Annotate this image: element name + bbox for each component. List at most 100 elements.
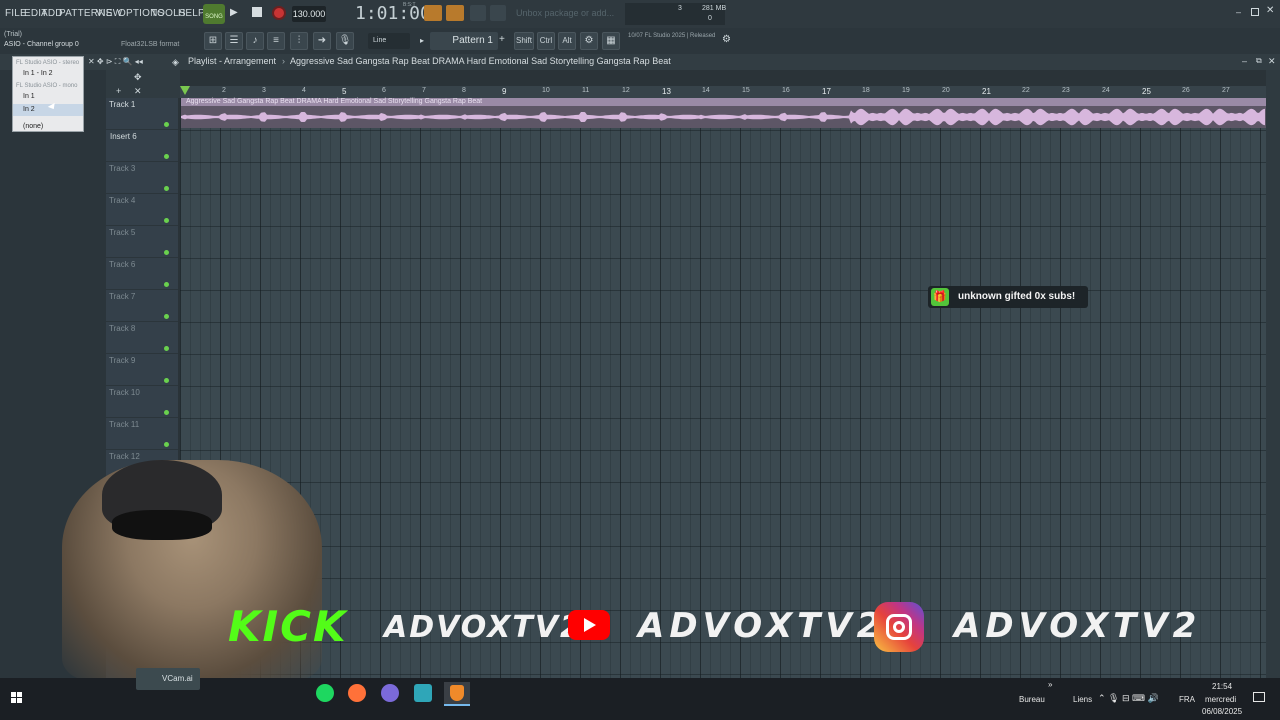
piano-roll-icon[interactable]: ♪ xyxy=(246,32,264,50)
track-header[interactable]: Track 11 xyxy=(106,418,178,450)
add-pattern-icon[interactable]: + xyxy=(499,34,505,45)
song-mode-toggle[interactable]: SONG xyxy=(203,4,225,24)
windows-start-icon[interactable] xyxy=(11,692,23,704)
channel-rack-icon[interactable]: ≡ xyxy=(267,32,285,50)
microphone-icon[interactable]: 🎙 xyxy=(336,32,354,50)
add-track-icon[interactable]: + xyxy=(116,86,121,96)
online-icon[interactable]: ⚙ xyxy=(722,34,731,45)
ruler-bar-number: 25 xyxy=(1142,87,1151,96)
playlist-minimize-icon[interactable]: – xyxy=(1242,56,1247,66)
track-mute-led[interactable] xyxy=(164,282,169,287)
vcam-label: VCam.ai xyxy=(162,674,193,683)
ruler-bar-number: 12 xyxy=(622,87,630,94)
track-header[interactable]: Track 5 xyxy=(106,226,178,258)
pattern-prev-icon[interactable]: ▸ xyxy=(420,33,428,49)
track-mute-led[interactable] xyxy=(164,442,169,447)
move-tool-icon[interactable]: ✥ xyxy=(134,72,142,83)
shift-key-button[interactable]: Shift xyxy=(514,32,534,50)
track-header[interactable]: Track 9 xyxy=(106,354,178,386)
ruler-bar-number: 15 xyxy=(742,87,750,94)
spotify-icon[interactable] xyxy=(316,684,334,702)
notification-center-icon[interactable] xyxy=(1253,692,1265,702)
wait-input-button[interactable] xyxy=(470,5,486,21)
ruler-bar-number: 24 xyxy=(1102,87,1110,94)
firefox-icon[interactable] xyxy=(348,684,366,702)
playlist-restore-icon[interactable]: ⧉ xyxy=(1256,56,1262,66)
settings-cog-icon[interactable]: ⚙ xyxy=(580,32,598,50)
kick-logo: KICK xyxy=(228,602,348,651)
track-header[interactable]: Track 1 xyxy=(106,98,178,130)
track-mute-led[interactable] xyxy=(164,186,169,191)
track-header[interactable]: Track 6 xyxy=(106,258,178,290)
playlist-tool-icons[interactable]: ✕ ✥ ⊳ ⛶ 🔍 ◂◂ xyxy=(88,57,143,67)
ruler-bar-number: 3 xyxy=(262,87,266,94)
language-indicator[interactable]: FRA xyxy=(1179,695,1195,704)
track-header[interactable]: Track 7 xyxy=(106,290,178,322)
mixer-icon[interactable]: ⫶ xyxy=(290,32,308,50)
ruler-bar-number: 9 xyxy=(502,87,507,96)
playhead-marker[interactable] xyxy=(180,86,190,95)
dropdown-item-in1-in2[interactable]: In 1 - In 2 xyxy=(13,68,83,80)
track-header[interactable]: Insert 6 xyxy=(106,130,178,162)
track-mute-led[interactable] xyxy=(164,410,169,415)
maximize-icon[interactable] xyxy=(1251,8,1259,16)
youtube-username: ADVOXTV2 xyxy=(638,606,886,646)
track-name: Insert 6 xyxy=(110,132,137,141)
loop-record-button[interactable] xyxy=(490,5,506,21)
desktop-toolbar[interactable]: Bureau xyxy=(1019,695,1045,704)
minimize-icon[interactable]: – xyxy=(1236,8,1246,18)
fl-studio-taskbar-icon[interactable] xyxy=(444,682,470,706)
clock-day[interactable]: mercredi xyxy=(1205,695,1236,704)
piano-icon[interactable]: ▦ xyxy=(602,32,620,50)
ruler-bar-number: 14 xyxy=(702,87,710,94)
track-mute-led[interactable] xyxy=(164,122,169,127)
track-header[interactable]: Track 3 xyxy=(106,162,178,194)
alt-key-button[interactable]: Alt xyxy=(558,32,576,50)
track-mute-led[interactable] xyxy=(164,218,169,223)
play-button[interactable]: ▶ xyxy=(230,7,242,19)
tool-arrow-icon[interactable]: ⊞ xyxy=(204,32,222,50)
ruler-bar-number: 13 xyxy=(662,87,671,96)
time-format-label: B:S:T xyxy=(403,2,416,8)
clock-date[interactable]: 06/08/2025 xyxy=(1202,707,1242,716)
timeline-ruler[interactable]: 2 3 4 5 6 7 8 9 10 11 12 13 14 15 16 17 18 19 20 21 22 23 24 25… xyxy=(180,86,1270,98)
track-header[interactable]: Track 8 xyxy=(106,322,178,354)
track-mute-led[interactable] xyxy=(164,378,169,383)
tray-icons[interactable]: ⌃ 🎙 ⊟ ⌨ 🔊 xyxy=(1098,693,1159,704)
links-toolbar[interactable]: Liens xyxy=(1073,695,1092,704)
clip-waveform xyxy=(181,108,1265,126)
playlist-grid[interactable] xyxy=(180,98,1266,678)
playlist-menu-icon[interactable]: ◈ xyxy=(172,57,179,68)
close-icon[interactable]: ✕ xyxy=(1266,5,1274,16)
playlist-close-icon[interactable]: ✕ xyxy=(1268,56,1276,67)
tempo-display[interactable]: 130.000 xyxy=(292,6,326,22)
toolbar-expand-icon[interactable]: » xyxy=(1048,680,1052,689)
clock-time[interactable]: 21:54 xyxy=(1212,682,1232,691)
stop-button[interactable] xyxy=(252,7,262,17)
dropdown-item-none[interactable]: (none) xyxy=(13,121,83,133)
polyphony-value: 0 xyxy=(708,15,712,22)
metronome-button[interactable] xyxy=(424,5,442,21)
track-mute-led[interactable] xyxy=(164,250,169,255)
vertical-scrollbar[interactable] xyxy=(1266,70,1280,678)
track-mute-led[interactable] xyxy=(164,154,169,159)
ctrl-key-button[interactable]: Ctrl xyxy=(537,32,555,50)
playlist-icon[interactable]: ☰ xyxy=(225,32,243,50)
menu-help[interactable]: HELP xyxy=(178,8,205,19)
record-button[interactable] xyxy=(272,6,286,20)
track-name: Track 5 xyxy=(109,228,136,237)
snap-select[interactable]: Line xyxy=(368,33,410,49)
delete-tool-icon[interactable]: ✕ xyxy=(134,86,142,97)
track-name: Track 8 xyxy=(109,324,136,333)
track-header[interactable]: Track 10 xyxy=(106,386,178,418)
trial-label: (Trial) xyxy=(4,31,23,38)
arrow-right-icon[interactable]: ➜ xyxy=(313,32,331,50)
dropdown-item-in1[interactable]: In 1 xyxy=(13,91,83,103)
track-header[interactable]: Track 4 xyxy=(106,194,178,226)
countdown-button[interactable] xyxy=(446,5,464,21)
discord-icon[interactable] xyxy=(381,684,399,702)
track-mute-led[interactable] xyxy=(164,314,169,319)
pattern-selector[interactable]: Pattern 1 xyxy=(430,32,498,50)
app-icon[interactable] xyxy=(414,684,432,702)
track-mute-led[interactable] xyxy=(164,346,169,351)
